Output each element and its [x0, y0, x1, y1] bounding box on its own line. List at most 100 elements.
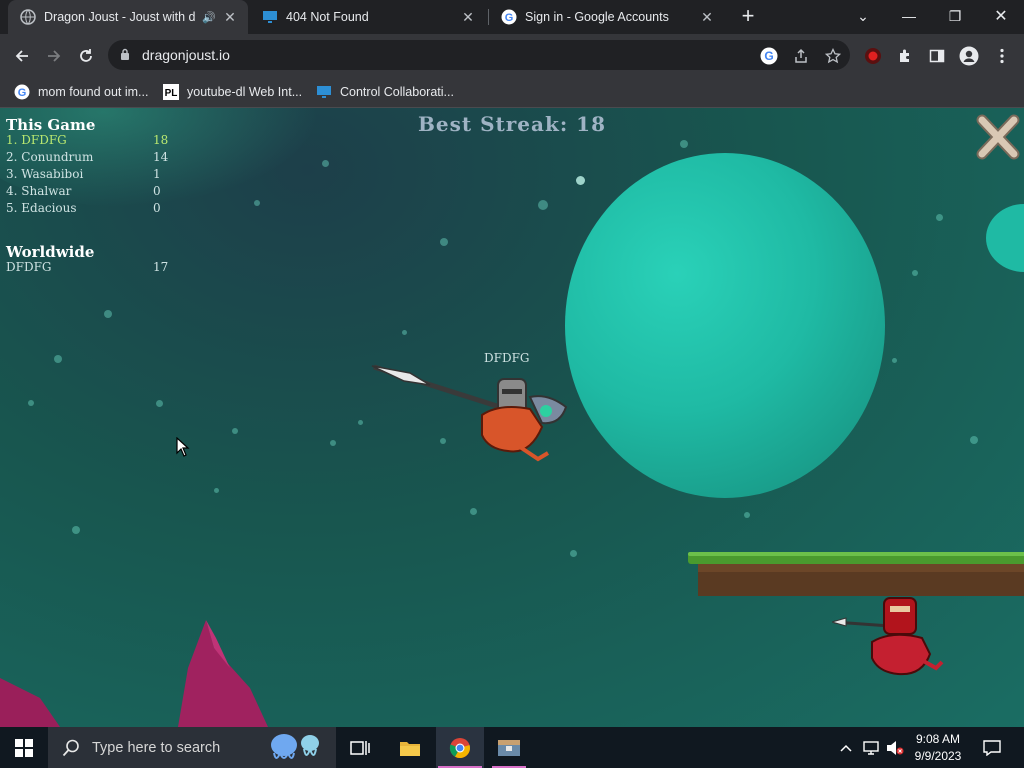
star: [892, 358, 897, 363]
leaderboard-name: 3. Wasabiboi: [6, 167, 84, 181]
worldwide-score: 17: [153, 260, 169, 274]
chevron-up-icon: [840, 744, 852, 752]
leaderboard-name: 4. Shalwar: [6, 184, 72, 198]
star: [322, 160, 329, 167]
reload-button[interactable]: [72, 42, 100, 70]
new-tab-button[interactable]: +: [736, 4, 760, 30]
forward-button[interactable]: [40, 42, 68, 70]
worldwide-row: DFDFG 17: [6, 260, 186, 277]
player-dragon-knight: [371, 364, 568, 462]
taskbar-clock[interactable]: 9:08 AM 9/9/2023: [904, 731, 972, 765]
magenta-mountains: [0, 620, 268, 727]
svg-text:G: G: [764, 49, 773, 63]
close-tab-icon[interactable]: ✕: [460, 9, 476, 26]
star: [912, 270, 918, 276]
search-placeholder: Type here to search: [92, 739, 221, 756]
planet-edge-blob: [986, 204, 1024, 272]
lock-icon[interactable]: [120, 48, 130, 66]
minimize-button[interactable]: —: [886, 0, 932, 32]
app-chest-icon: [498, 739, 520, 756]
star: [970, 436, 978, 444]
star: [358, 420, 363, 425]
planet: [565, 153, 885, 498]
network-icon: [863, 740, 879, 755]
show-hidden-icons-button[interactable]: [836, 727, 856, 768]
clock-date: 9/9/2023: [914, 749, 962, 763]
leaderboard-score: 0: [153, 184, 161, 198]
bookmark-star-icon[interactable]: [824, 47, 842, 65]
close-tab-icon[interactable]: ✕: [699, 9, 715, 26]
clock-time: 9:08 AM: [915, 732, 961, 746]
tab-dragon-joust[interactable]: Dragon Joust - Joust with dr 🔊 ✕: [8, 0, 248, 34]
back-button[interactable]: [8, 42, 36, 70]
pl-logo-icon: PL: [163, 84, 179, 100]
star: [440, 238, 448, 246]
leaderboard-row: 2. Conundrum 14: [6, 150, 186, 167]
share-icon[interactable]: [792, 47, 810, 65]
svg-text:G: G: [18, 87, 27, 99]
volume-button[interactable]: [884, 727, 906, 768]
bookmark-control-collaboration[interactable]: Control Collaborati...: [316, 82, 454, 102]
close-game-icon[interactable]: [976, 114, 1020, 160]
star: [214, 488, 219, 493]
tab-search-chevron-icon[interactable]: ⌄: [840, 0, 886, 32]
google-icon: G: [501, 9, 517, 25]
leaderboard-row: 5. Edacious 0: [6, 201, 186, 218]
star: [232, 428, 238, 434]
tab-title: Dragon Joust - Joust with dr: [44, 10, 197, 24]
star: [470, 508, 477, 515]
chrome-taskbar-button[interactable]: [436, 727, 484, 768]
leaderboard-score: 0: [153, 201, 161, 215]
bookmark-mom-found-out[interactable]: G mom found out im...: [14, 82, 148, 102]
start-button[interactable]: [0, 727, 48, 768]
task-view-button[interactable]: [340, 727, 380, 768]
star: [254, 200, 260, 206]
star: [538, 200, 548, 210]
leaderboard-score: 1: [153, 167, 161, 181]
taskbar-search-box[interactable]: Type here to search: [48, 727, 336, 768]
file-explorer-button[interactable]: [390, 727, 430, 768]
side-panel-icon[interactable]: [927, 46, 947, 66]
google-lens-icon[interactable]: G: [760, 47, 778, 65]
leaderboard-score: 14: [153, 150, 169, 164]
svg-text:G: G: [505, 12, 514, 24]
network-button[interactable]: [860, 727, 882, 768]
star: [744, 512, 750, 518]
tab-404[interactable]: 404 Not Found ✕: [250, 0, 486, 34]
address-bar[interactable]: dragonjoust.io G: [108, 40, 850, 70]
extensions-puzzle-icon[interactable]: [895, 46, 915, 66]
tab-title: Sign in - Google Accounts: [525, 10, 669, 24]
notification-icon: [983, 739, 1001, 756]
leaderboard-name: 2. Conundrum: [6, 150, 94, 164]
browser-toolbar: dragonjoust.io G: [0, 34, 1024, 76]
bookmark-youtube-dl[interactable]: PL youtube-dl Web Int...: [163, 82, 302, 102]
game-canvas[interactable]: This Game 1. DFDFG 18 2. Conundrum 14 3.…: [0, 108, 1024, 727]
worldwide-name: DFDFG: [6, 260, 52, 274]
star: [54, 355, 62, 363]
enemy-dragon-knight: [832, 597, 944, 676]
chrome-menu-icon[interactable]: [992, 46, 1012, 66]
close-tab-icon[interactable]: ✕: [222, 9, 238, 26]
bookmark-label: youtube-dl Web Int...: [187, 85, 303, 99]
app-taskbar-button[interactable]: [488, 727, 530, 768]
tab-google-signin[interactable]: G Sign in - Google Accounts ✕: [489, 0, 725, 34]
restore-button[interactable]: ❐: [932, 0, 978, 32]
star: [576, 176, 585, 185]
profile-avatar-icon[interactable]: [959, 46, 979, 66]
best-streak: Best Streak: 18: [417, 112, 607, 136]
star: [330, 440, 336, 446]
leaderboard-row: 3. Wasabiboi 1: [6, 167, 186, 184]
close-window-button[interactable]: ✕: [978, 0, 1024, 32]
google-icon: G: [14, 84, 30, 100]
worldwide-heading: Worldwide: [6, 243, 95, 261]
url-text[interactable]: dragonjoust.io: [142, 47, 230, 63]
windows-logo-icon: [15, 738, 33, 757]
extension-red-icon[interactable]: [863, 46, 883, 66]
folder-icon: [400, 741, 420, 756]
jellyfish-search-highlight-icon: [271, 734, 319, 759]
star: [402, 330, 407, 335]
audio-playing-icon[interactable]: 🔊: [202, 11, 216, 24]
search-icon: [62, 739, 79, 756]
notifications-button[interactable]: [980, 727, 1004, 768]
star: [104, 310, 112, 318]
